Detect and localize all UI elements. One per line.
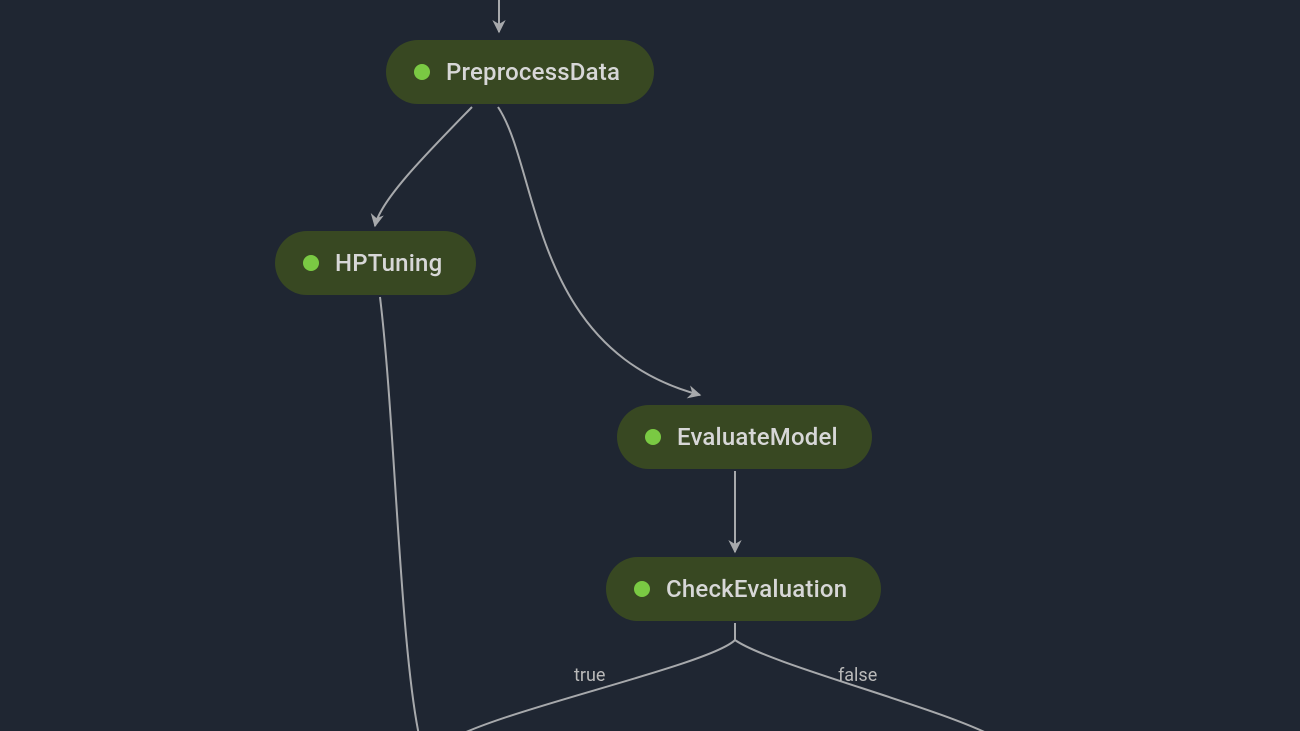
status-dot-icon bbox=[634, 581, 650, 597]
edge-hptuning-down bbox=[380, 297, 420, 731]
node-label: HPTuning bbox=[335, 249, 442, 277]
edge-label-false: false bbox=[838, 665, 877, 686]
node-label: EvaluateModel bbox=[677, 423, 838, 451]
node-check-evaluation[interactable]: CheckEvaluation bbox=[606, 557, 881, 621]
status-dot-icon bbox=[414, 64, 430, 80]
edge-label-true: true bbox=[574, 665, 605, 686]
node-label: PreprocessData bbox=[446, 58, 620, 86]
node-preprocess-data[interactable]: PreprocessData bbox=[386, 40, 654, 104]
node-hp-tuning[interactable]: HPTuning bbox=[275, 231, 476, 295]
status-dot-icon bbox=[645, 429, 661, 445]
status-dot-icon bbox=[303, 255, 319, 271]
node-label: CheckEvaluation bbox=[666, 575, 847, 603]
edge-preprocess-evaluate bbox=[498, 107, 700, 395]
edge-preprocess-hptuning bbox=[375, 107, 472, 226]
pipeline-edges bbox=[0, 0, 1300, 731]
node-evaluate-model[interactable]: EvaluateModel bbox=[617, 405, 872, 469]
